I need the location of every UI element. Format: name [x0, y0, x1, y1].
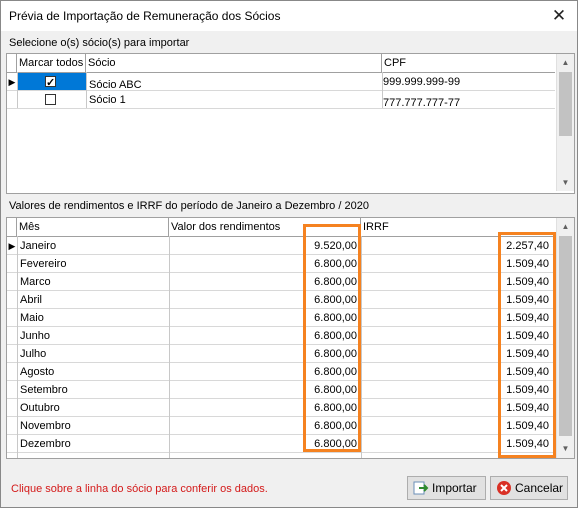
month-name: Dezembro [20, 438, 71, 450]
row-pointer-icon: ▶ [8, 241, 16, 251]
row-pointer-icon [7, 399, 17, 417]
row-pointer-icon [7, 345, 17, 363]
socio-name: Sócio 1 [89, 94, 126, 106]
row-pointer-icon [7, 91, 17, 109]
month-name: Agosto [20, 366, 55, 378]
hint-message: Clique sobre a linha do sócio para confe… [11, 483, 268, 495]
month-name: Janeiro [20, 240, 57, 252]
row-pointer-icon [7, 363, 17, 381]
month-row[interactable]: Junho 6.800,00 1.509,40 [7, 327, 555, 345]
row-pointer-icon [7, 273, 17, 291]
scroll-thumb[interactable] [559, 236, 572, 436]
row-pointer-icon [7, 435, 17, 453]
row-indicator-header [7, 54, 17, 72]
cpf-column-header[interactable]: CPF [382, 54, 555, 72]
month-row[interactable]: Agosto 6.800,00 1.509,40 [7, 363, 555, 381]
scroll-thumb[interactable] [559, 72, 572, 136]
valores-scrollbar[interactable]: ▲ ▼ [556, 218, 574, 458]
scroll-down-icon[interactable]: ▼ [557, 174, 574, 191]
scroll-up-icon[interactable]: ▲ [557, 218, 574, 235]
column-divider [17, 72, 18, 108]
row-pointer-icon: ▶ [8, 77, 16, 87]
month-name: Maio [20, 312, 44, 324]
select-cell[interactable] [17, 91, 86, 109]
irrf-highlight-box [498, 232, 556, 458]
scroll-up-icon[interactable]: ▲ [557, 54, 574, 71]
month-name: Junho [20, 330, 50, 342]
cancel-button-label: Cancelar [515, 481, 564, 495]
column-divider [382, 72, 383, 108]
column-divider [86, 72, 87, 108]
socio-checkbox[interactable] [45, 94, 56, 105]
month-row[interactable]: Maio 6.800,00 1.509,40 [7, 309, 555, 327]
month-row[interactable]: ▶ Janeiro 9.520,00 2.257,40 [7, 237, 555, 255]
socios-section-label: Selecione o(s) sócio(s) para importar [9, 37, 190, 49]
window-title: Prévia de Importação de Remuneração dos … [9, 9, 281, 23]
socio-cpf: 777.777.777-77 [383, 97, 461, 109]
import-button-label: Importar [432, 481, 477, 495]
row-pointer-icon [7, 291, 17, 309]
socio-row[interactable]: Sócio 1 777.777.777-77 [7, 91, 555, 109]
month-name: Fevereiro [20, 258, 67, 270]
month-row[interactable]: Marco 6.800,00 1.509,40 [7, 273, 555, 291]
socios-grid: Marcar todos Sócio CPF ▶ Sócio ABC 999.9… [6, 53, 575, 194]
column-divider [17, 236, 18, 458]
month-row[interactable]: Fevereiro 6.800,00 1.509,40 [7, 255, 555, 273]
month-name: Outubro [20, 402, 60, 414]
select-cell[interactable] [17, 73, 86, 91]
socios-grid-header: Marcar todos Sócio CPF [7, 54, 555, 73]
row-pointer-icon [7, 381, 17, 399]
close-icon[interactable]: ✕ [548, 5, 570, 27]
valor-highlight-box [303, 224, 361, 452]
month-name: Marco [20, 276, 51, 288]
cancel-button[interactable]: Cancelar [490, 476, 568, 500]
row-pointer-icon [7, 309, 17, 327]
row-pointer-icon [7, 417, 17, 435]
column-divider [361, 236, 362, 458]
socio-column-header[interactable]: Sócio [86, 54, 382, 72]
import-icon [413, 481, 429, 495]
month-row[interactable]: Setembro 6.800,00 1.509,40 [7, 381, 555, 399]
row-pointer-icon [7, 327, 17, 345]
month-name: Setembro [20, 384, 68, 396]
mes-column-header[interactable]: Mês [17, 218, 169, 236]
row-divider [7, 452, 555, 453]
valores-section-label: Valores de rendimentos e IRRF do período… [9, 200, 369, 212]
import-preview-dialog: Prévia de Importação de Remuneração dos … [0, 0, 578, 508]
title-bar: Prévia de Importação de Remuneração dos … [1, 1, 577, 31]
socios-scrollbar[interactable]: ▲ ▼ [556, 54, 574, 191]
month-name: Julho [20, 348, 47, 360]
select-all-column-header[interactable]: Marcar todos [17, 54, 86, 72]
valores-grid: Mês Valor dos rendimentos IRRF ▶ Janeiro… [6, 217, 575, 459]
row-indicator-header [7, 218, 17, 236]
month-row[interactable]: Novembro 6.800,00 1.509,40 [7, 417, 555, 435]
month-row[interactable]: Julho 6.800,00 1.509,40 [7, 345, 555, 363]
cancel-icon [497, 481, 511, 495]
import-button[interactable]: Importar [407, 476, 486, 500]
row-divider [7, 108, 555, 109]
valores-grid-header: Mês Valor dos rendimentos IRRF [7, 218, 555, 237]
month-row[interactable]: Dezembro 6.800,00 1.509,40 [7, 435, 555, 453]
month-row[interactable]: Outubro 6.800,00 1.509,40 [7, 399, 555, 417]
month-name: Abril [20, 294, 43, 306]
month-name: Novembro [20, 420, 71, 432]
socio-row[interactable]: ▶ Sócio ABC 999.999.999-99 [7, 73, 555, 91]
socio-cpf: 999.999.999-99 [383, 76, 461, 88]
row-pointer-icon [7, 255, 17, 273]
month-row[interactable]: Abril 6.800,00 1.509,40 [7, 291, 555, 309]
scroll-down-icon[interactable]: ▼ [557, 440, 574, 457]
column-divider [169, 236, 170, 458]
socio-checkbox[interactable] [45, 74, 56, 91]
